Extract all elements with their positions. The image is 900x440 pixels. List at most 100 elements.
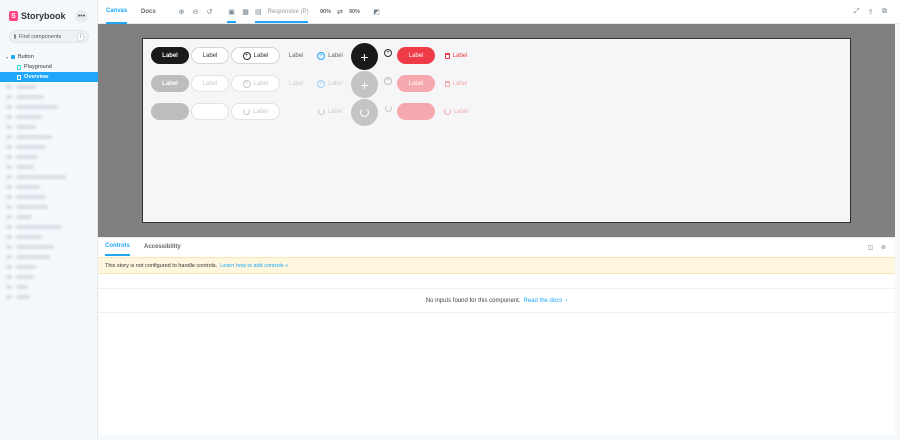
button-label: Label	[453, 108, 469, 115]
button-label: Label	[452, 52, 468, 59]
learn-controls-link[interactable]: Learn how to add controls »	[220, 263, 288, 269]
blurred-tree-item	[0, 192, 98, 202]
plus-circle-icon: +	[384, 76, 392, 85]
icon-only-button-loading	[383, 100, 393, 117]
icon-only-button[interactable]: +	[383, 44, 393, 61]
danger-text-button[interactable]: Label	[440, 47, 472, 64]
tree-item-label: Button	[18, 54, 34, 60]
tab-accessibility[interactable]: Accessibility	[144, 238, 181, 256]
tree-item-playground[interactable]: Playground	[0, 62, 98, 72]
button-label: Label	[202, 80, 218, 87]
blurred-tree-item	[0, 282, 98, 292]
blurred-tree-item	[0, 232, 98, 242]
search-shortcut: /	[77, 32, 85, 41]
read-docs-link[interactable]: Read the docs	[524, 298, 563, 304]
button-label: Label	[327, 108, 343, 115]
viewport-width[interactable]: 90%	[320, 9, 331, 15]
share-icon[interactable]: ⇪	[866, 8, 875, 16]
button-label: Label	[328, 80, 343, 87]
tree-item-overview[interactable]: Overview	[0, 72, 98, 82]
preview-frame: Label Label + Label Label + Label + + Labe…	[142, 38, 851, 223]
plus-circle-icon: +	[242, 51, 251, 60]
blurred-tree-item	[0, 132, 98, 142]
tree-item-button[interactable]: ▾ Button	[0, 52, 98, 62]
grid-icon[interactable]: ▦	[241, 8, 250, 16]
measure-icon[interactable]: ◩	[372, 8, 381, 16]
fab-button[interactable]: +	[351, 43, 378, 70]
tab-docs[interactable]: Docs	[141, 0, 156, 24]
zoom-reset-icon[interactable]: ↺	[205, 8, 214, 16]
search-box[interactable]: /	[9, 30, 89, 43]
search-icon	[14, 34, 16, 39]
toolbar: Canvas Docs ⊕ ⊖ ↺ ▣ ▦ ▤ Responsive (P) 9…	[98, 0, 900, 24]
button-label: Label	[408, 52, 424, 59]
text-icon-button[interactable]: + Label	[314, 47, 346, 64]
secondary-button[interactable]: Label	[191, 47, 229, 64]
danger-button[interactable]: Label	[397, 47, 435, 64]
spinner-icon	[317, 108, 325, 115]
controls-warning: This story is not configured to handle c…	[98, 257, 895, 274]
warning-text: This story is not configured to handle c…	[105, 262, 218, 269]
viewport-height[interactable]: 90%	[349, 9, 360, 15]
blurred-tree-item	[0, 182, 98, 192]
danger-button-disabled: Label	[397, 75, 435, 92]
tab-canvas[interactable]: Canvas	[106, 0, 128, 24]
blurred-tree-item	[0, 172, 98, 182]
viewport-selector[interactable]: ▤ Responsive (P)	[255, 8, 309, 16]
icon-button[interactable]: + Label	[231, 47, 280, 64]
fullscreen-icon[interactable]: ⤢	[852, 8, 861, 16]
component-icon	[11, 55, 15, 59]
menu-button[interactable]: •••	[75, 10, 88, 23]
search-input[interactable]	[19, 33, 74, 40]
icon-button-disabled: + Label	[231, 75, 280, 92]
secondary-button-loading	[191, 103, 229, 120]
storybook-logo-icon: S	[9, 11, 18, 21]
button-label: Label	[452, 80, 468, 87]
button-label: Label	[162, 80, 178, 87]
plus-circle-icon: +	[384, 48, 392, 57]
primary-button[interactable]: Label	[151, 47, 189, 64]
brand[interactable]: S Storybook	[9, 11, 66, 21]
blurred-tree-item	[0, 222, 98, 232]
button-label: Label	[288, 52, 304, 59]
sidebar: S Storybook ••• / ▾ Button Playground Ov…	[0, 0, 98, 440]
viewport-underline	[255, 21, 308, 23]
button-label: Label	[253, 108, 268, 115]
ellipsis-icon: •••	[77, 13, 86, 20]
trash-icon	[444, 52, 450, 59]
tab-controls[interactable]: Controls	[105, 238, 130, 256]
viewport-icon: ▤	[255, 9, 262, 16]
zoom-in-icon[interactable]: ⊕	[177, 8, 186, 16]
zoom-out-icon[interactable]: ⊖	[191, 8, 200, 16]
button-label: Label	[328, 52, 343, 59]
blurred-tree-item	[0, 252, 98, 262]
story-icon	[17, 64, 21, 70]
button-label: Label	[162, 52, 178, 59]
close-panel-icon[interactable]: ⊗	[880, 244, 887, 251]
swap-icon[interactable]: ⇄	[337, 8, 343, 16]
brand-name: Storybook	[21, 11, 66, 21]
primary-button-loading	[151, 103, 189, 120]
background-icon[interactable]: ▣	[227, 8, 236, 23]
plus-circle-icon: +	[317, 51, 326, 60]
text-button-disabled: Label	[285, 75, 307, 92]
empty-text: No inputs found for this component.	[425, 297, 521, 304]
blurred-tree-item	[0, 272, 98, 282]
plus-circle-icon: +	[242, 79, 251, 88]
button-label: Label	[408, 80, 424, 87]
copy-link-icon[interactable]: ⧉	[880, 8, 889, 16]
addons-panel: Controls Accessibility ◫ ⊗ This story is…	[98, 237, 895, 435]
text-button[interactable]: Label	[285, 47, 307, 64]
blurred-tree-item	[0, 212, 98, 222]
chevron-right-icon: ›	[565, 297, 568, 304]
danger-text-button-loading: Label	[440, 103, 472, 120]
blurred-tree-item	[0, 82, 98, 92]
blurred-tree-item	[0, 242, 98, 252]
plus-icon: +	[360, 48, 369, 65]
spinner-icon	[360, 108, 369, 117]
blurred-tree-item	[0, 262, 98, 272]
panel-orientation-icon[interactable]: ◫	[867, 244, 874, 251]
component-tree: ▾ Button Playground Overview	[0, 52, 98, 302]
spinner-icon	[384, 105, 392, 112]
blurred-tree-item	[0, 152, 98, 162]
